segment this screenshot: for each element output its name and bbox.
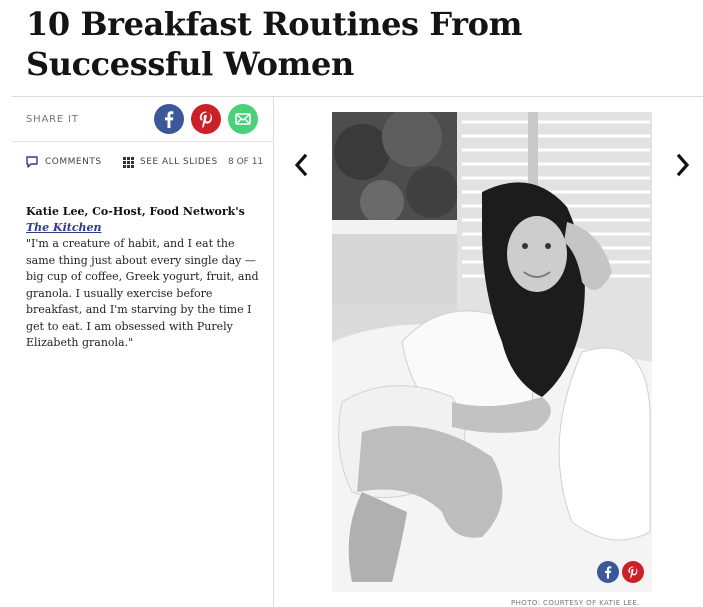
caption-name: Katie Lee, Co-Host, Food Network's: [26, 205, 245, 218]
slide-counter: 8 OF 11: [228, 157, 264, 167]
chevron-left-icon[interactable]: [292, 152, 310, 178]
share-facebook-button[interactable]: [154, 104, 184, 134]
slide-photo: [332, 112, 652, 592]
caption-heading: Katie Lee, Co-Host, Food Network's The K…: [26, 204, 261, 236]
email-icon: [235, 113, 251, 125]
pinterest-icon: [199, 111, 213, 129]
photo-credit: PHOTO: COURTESY OF KATIE LEE.: [511, 599, 640, 607]
article-title: 10 Breakfast Routines From Successful Wo…: [26, 5, 523, 83]
facebook-icon: [605, 566, 612, 579]
grid-icon: [123, 157, 134, 168]
share-email-button[interactable]: [228, 104, 258, 134]
share-divider: [12, 141, 273, 142]
photo-illustration: [332, 112, 652, 592]
show-link[interactable]: The Kitchen: [26, 221, 102, 234]
comment-icon: [26, 156, 38, 168]
column-divider: [273, 97, 274, 607]
share-pinterest-button[interactable]: [191, 104, 221, 134]
photo-pinterest-button[interactable]: [622, 561, 644, 583]
caption-quote: "I'm a creature of habit, and I eat the …: [26, 237, 259, 349]
pinterest-icon: [628, 566, 638, 579]
comments-link[interactable]: COMMENTS: [45, 157, 102, 167]
chevron-right-icon[interactable]: [674, 152, 692, 178]
header-divider: [12, 96, 703, 97]
see-all-slides-link[interactable]: SEE ALL SLIDES: [140, 157, 218, 167]
photo-facebook-button[interactable]: [597, 561, 619, 583]
facebook-icon: [165, 111, 174, 128]
share-label: SHARE IT: [26, 114, 79, 125]
